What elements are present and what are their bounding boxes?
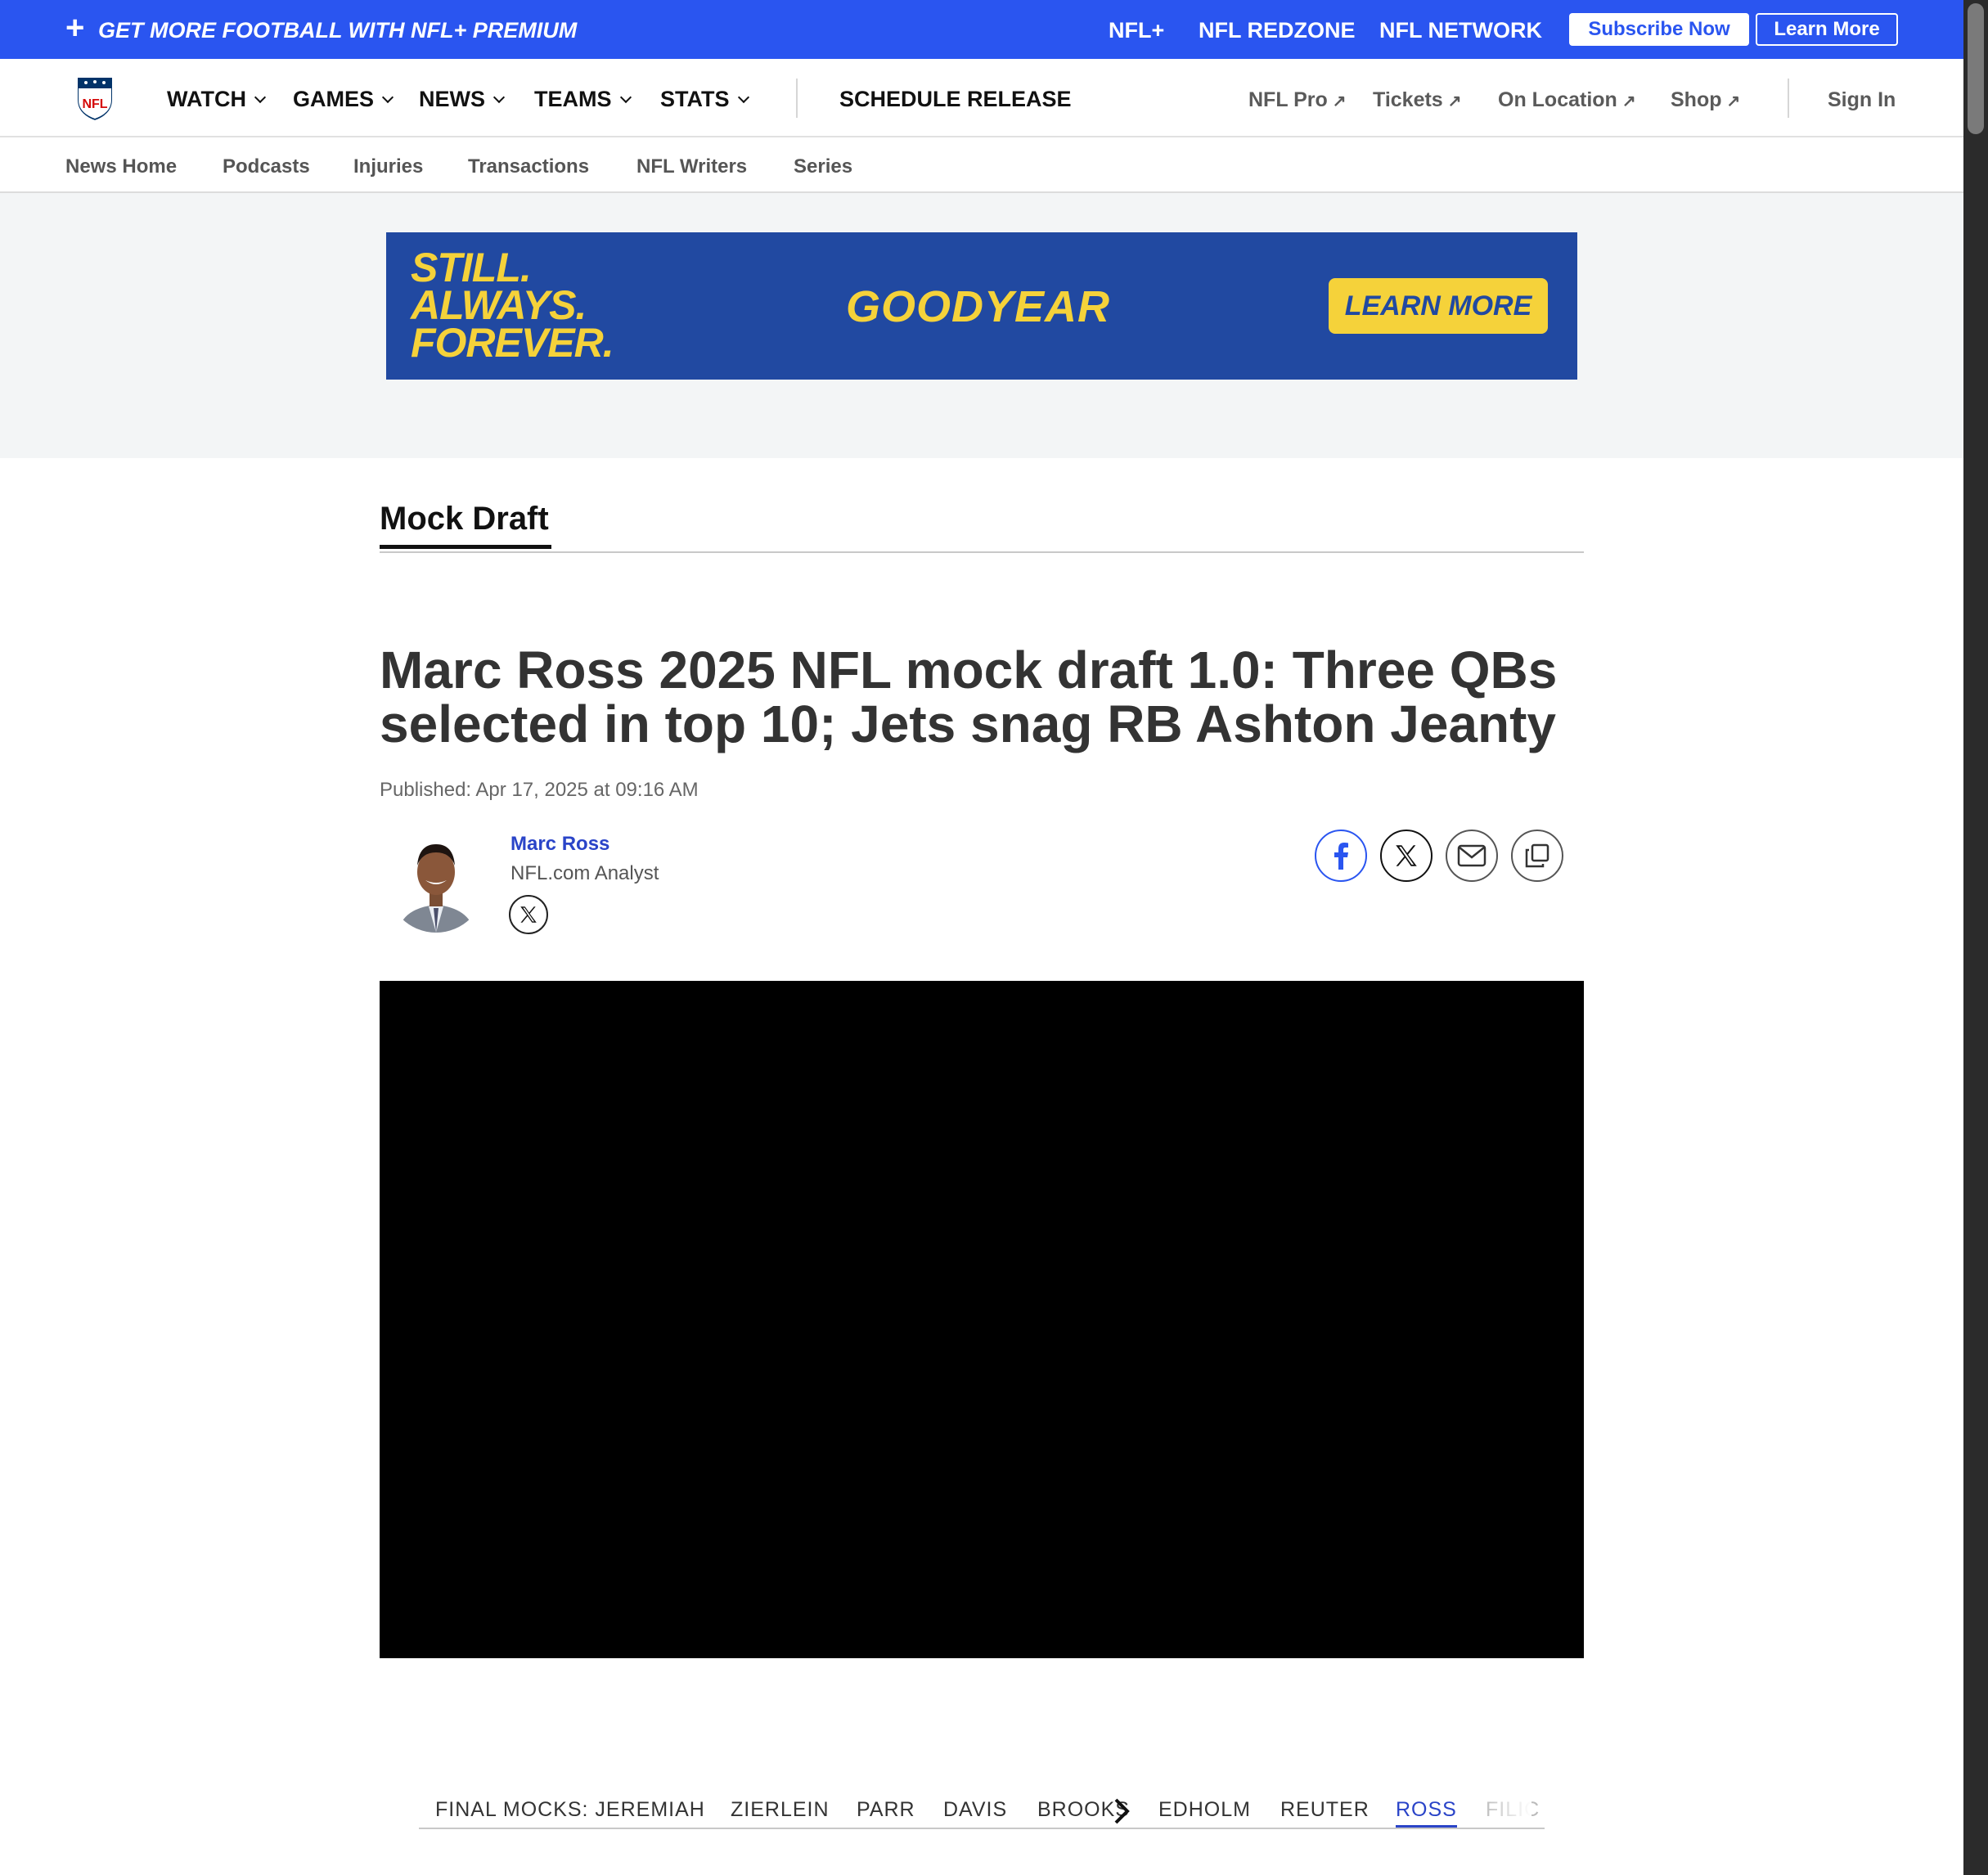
nav-watch-label: WATCH (167, 87, 246, 111)
nfl-logo-icon[interactable]: NFL (74, 72, 116, 123)
goodyear-logo: GOODYEAR (846, 282, 1111, 331)
subnav-nfl-writers[interactable]: NFL Writers (636, 155, 747, 178)
ad-slogan-line: STILL. (411, 245, 532, 290)
nav-shop-label: Shop (1671, 88, 1722, 111)
goodyear-ad-banner[interactable]: STILL. ALWAYS. FOREVER. GOODYEAR LEARN M… (386, 232, 1577, 380)
section-tab-underline (380, 545, 551, 549)
scrollbar-thumb[interactable] (1968, 3, 1984, 134)
nav-shop[interactable]: Shop ↗ (1671, 88, 1740, 112)
ad-slogan-line: ALWAYS. (411, 282, 587, 328)
chevron-right-icon[interactable] (1109, 1796, 1132, 1826)
mock-link-parr[interactable]: PARR (857, 1798, 915, 1822)
ad-slogan: STILL. ALWAYS. FOREVER. (411, 245, 614, 366)
nav-news-label: NEWS (419, 87, 485, 111)
video-player[interactable] (380, 981, 1584, 1658)
subnav-transactions[interactable]: Transactions (468, 155, 589, 178)
mock-draft-carousel: FINAL MOCKS: JEREMIAH ZIERLEIN PARR DAVI… (419, 1788, 1545, 1829)
author-avatar[interactable] (393, 830, 479, 933)
chevron-down-icon (381, 91, 394, 104)
svg-text:NFL: NFL (82, 97, 107, 111)
subnav-news-home[interactable]: News Home (65, 155, 177, 178)
sign-in-link[interactable]: Sign In (1828, 88, 1896, 112)
nav-schedule-release[interactable]: SCHEDULE RELEASE (839, 87, 1072, 112)
nav-news[interactable]: NEWS (419, 87, 506, 112)
chevron-down-icon (619, 91, 632, 104)
ad-learn-more-button[interactable]: LEARN MORE (1329, 278, 1548, 334)
nav-stats-label: STATS (660, 87, 730, 111)
nfl-plus-link[interactable]: NFL+ (1109, 18, 1164, 43)
share-x-button[interactable] (1380, 830, 1433, 882)
learn-more-button[interactable]: Learn More (1756, 13, 1898, 46)
mock-link-jeremiah[interactable]: FINAL MOCKS: JEREMIAH (435, 1798, 705, 1822)
nav-divider (796, 79, 798, 118)
nav-watch[interactable]: WATCH (167, 87, 267, 112)
chevron-down-icon (737, 91, 749, 104)
plus-icon: + (65, 10, 85, 46)
share-email-button[interactable] (1446, 830, 1498, 882)
nav-tickets-label: Tickets (1373, 88, 1443, 111)
article-headline: Marc Ross 2025 NFL mock draft 1.0: Three… (380, 641, 1558, 753)
nav-nfl-pro-label: NFL Pro (1248, 88, 1328, 111)
nav-teams-label: TEAMS (534, 87, 612, 111)
nav-stats[interactable]: STATS (660, 87, 749, 112)
subnav-injuries[interactable]: Injuries (353, 155, 423, 178)
author-role: NFL.com Analyst (510, 862, 659, 884)
nav-games[interactable]: GAMES (293, 87, 394, 112)
x-icon (1396, 845, 1417, 866)
facebook-icon (1334, 843, 1348, 870)
subnav-podcasts[interactable]: Podcasts (223, 155, 310, 178)
scrollbar-track[interactable] (1963, 0, 1988, 1875)
author-name-link[interactable]: Marc Ross (510, 833, 609, 856)
nfl-redzone-link[interactable]: NFL REDZONE (1199, 18, 1356, 43)
news-subnav: News Home Podcasts Injuries Transactions… (0, 137, 1963, 193)
promo-bar: + GET MORE FOOTBALL WITH NFL+ PREMIUM NF… (0, 0, 1963, 59)
external-link-icon: ↗ (1447, 92, 1462, 110)
ad-band: STILL. ALWAYS. FOREVER. GOODYEAR LEARN M… (0, 193, 1963, 458)
nav-divider (1788, 79, 1789, 118)
published-date: Published: Apr 17, 2025 at 09:16 AM (380, 779, 699, 801)
mock-link-ross-active[interactable]: ROSS (1396, 1798, 1457, 1828)
nav-games-label: GAMES (293, 87, 375, 111)
promo-tagline-link[interactable]: GET MORE FOOTBALL WITH NFL+ PREMIUM (98, 18, 577, 43)
nav-tickets[interactable]: Tickets ↗ (1373, 88, 1461, 112)
email-icon (1457, 844, 1487, 867)
mock-link-edholm[interactable]: EDHOLM (1158, 1798, 1251, 1822)
ad-slogan-line: FOREVER. (411, 320, 614, 366)
external-link-icon: ↗ (1332, 92, 1347, 110)
section-tab-mock-draft[interactable]: Mock Draft (380, 501, 549, 537)
subnav-series[interactable]: Series (794, 155, 852, 178)
nav-teams[interactable]: TEAMS (534, 87, 632, 112)
main-nav: NFL WATCH GAMES NEWS TEAMS STATS SCHEDUL… (0, 59, 1963, 137)
external-link-icon: ↗ (1726, 92, 1741, 110)
mock-link-zierlein[interactable]: ZIERLEIN (731, 1798, 830, 1822)
chevron-down-icon (493, 91, 506, 104)
section-divider (380, 551, 1584, 553)
nav-on-location[interactable]: On Location ↗ (1498, 88, 1636, 112)
author-x-profile-button[interactable] (509, 895, 548, 934)
share-facebook-button[interactable] (1315, 830, 1367, 882)
nav-nfl-pro[interactable]: NFL Pro ↗ (1248, 88, 1347, 112)
x-icon (520, 906, 537, 923)
nav-on-location-label: On Location (1498, 88, 1617, 111)
mock-link-davis[interactable]: DAVIS (943, 1798, 1007, 1822)
carousel-fade (1482, 1788, 1531, 1828)
subscribe-now-button[interactable]: Subscribe Now (1569, 13, 1749, 46)
external-link-icon: ↗ (1621, 92, 1636, 110)
copy-icon (1525, 843, 1549, 868)
chevron-down-icon (254, 91, 267, 104)
copy-link-button[interactable] (1511, 830, 1563, 882)
nfl-network-link[interactable]: NFL NETWORK (1379, 18, 1542, 43)
mock-link-reuter[interactable]: REUTER (1280, 1798, 1370, 1822)
